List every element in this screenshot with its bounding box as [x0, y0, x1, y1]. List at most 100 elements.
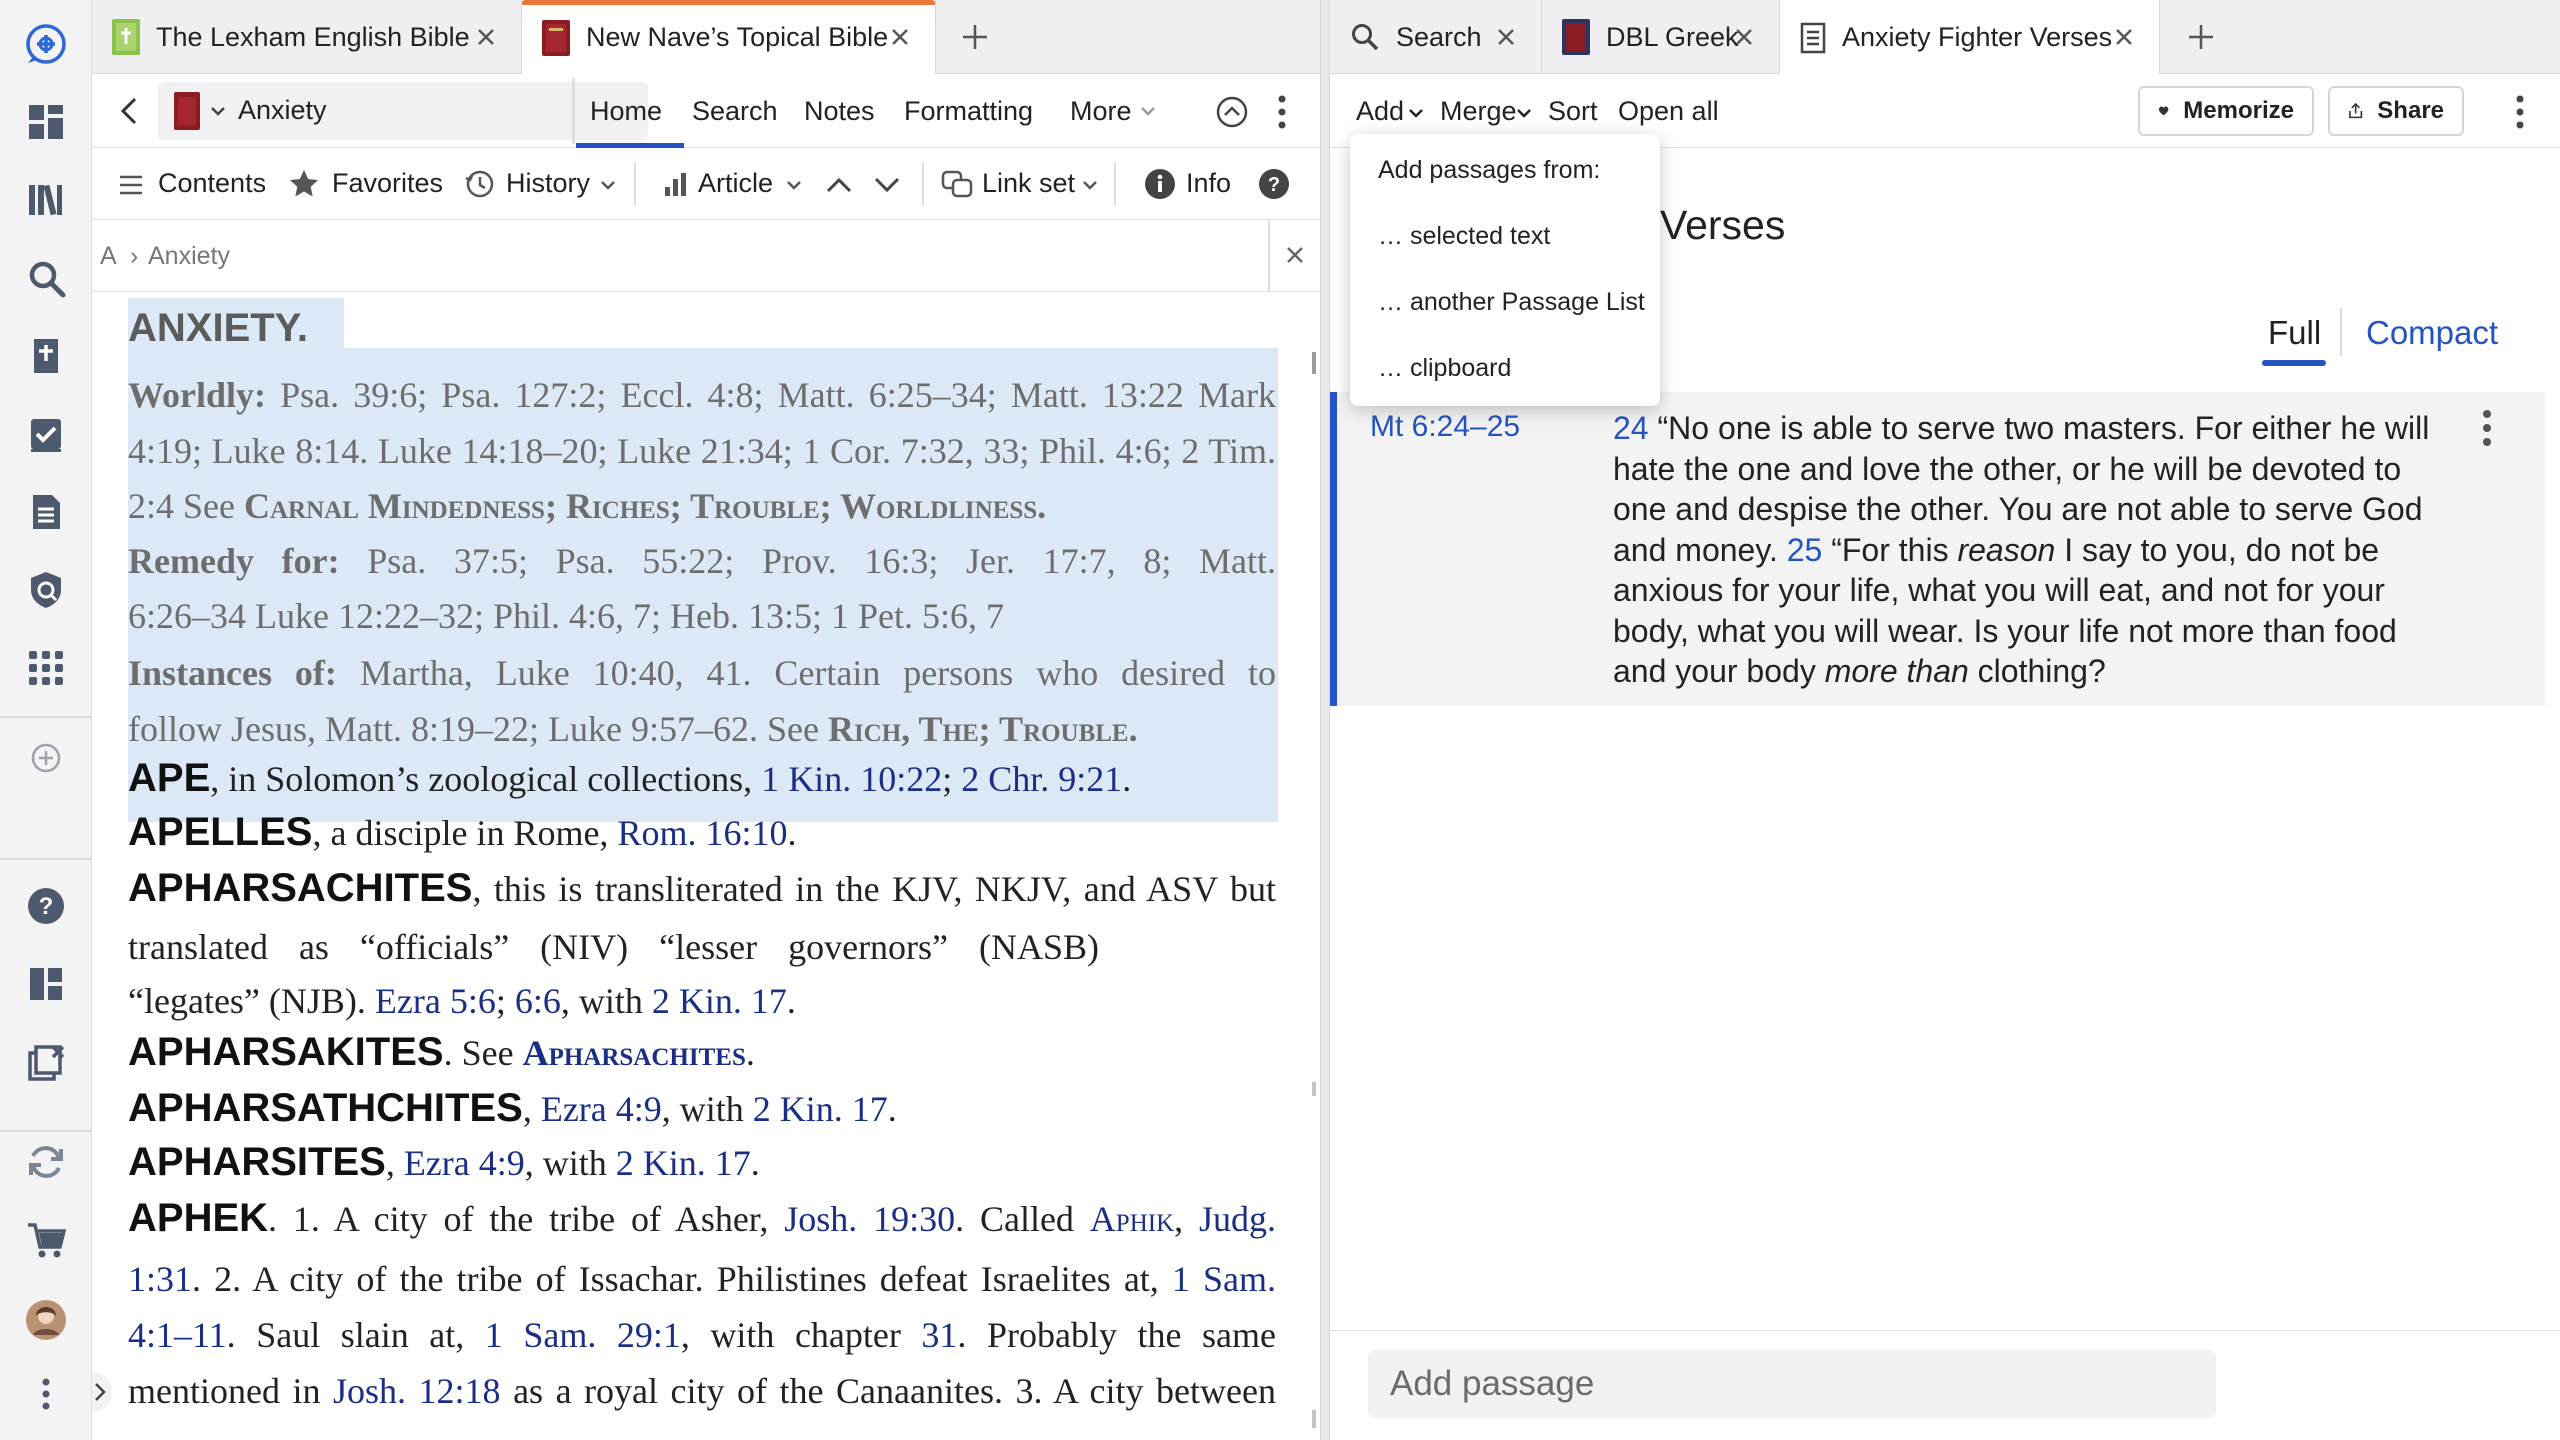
open-all-button[interactable]: Open all — [1618, 96, 1719, 127]
entry-apharsakites[interactable]: APHARSAKITES. See Apharsachites. — [128, 1030, 1312, 1075]
tab-new-naves-topical-bible[interactable]: New Nave’s Topical Bible — [522, 0, 936, 75]
info-button[interactable]: Info — [1186, 168, 1231, 199]
close-panels-icon[interactable] — [22, 1038, 70, 1086]
entry-apelles[interactable]: APELLES, a disciple in Rome, Rom. 16:10. — [128, 810, 1312, 855]
more-icon[interactable] — [22, 1370, 70, 1418]
new-tab-plus-icon[interactable] — [956, 18, 994, 56]
close-icon[interactable] — [1491, 22, 1521, 52]
menu-item-clipboard[interactable]: … clipboard — [1378, 354, 1511, 383]
back-arrow-icon[interactable] — [112, 94, 146, 128]
entry-ape[interactable]: APE, in Solomon’s zoological collections… — [128, 756, 1312, 801]
headword-anxiety: ANXIETY. — [128, 306, 309, 350]
add-icon[interactable] — [22, 734, 70, 782]
close-icon[interactable] — [471, 22, 501, 52]
bible-cover-icon — [112, 19, 140, 55]
view-full-toggle[interactable]: Full — [2262, 310, 2326, 366]
checklist-icon[interactable] — [22, 410, 70, 458]
contents-list-icon — [118, 172, 144, 198]
add-menu-button[interactable]: Add — [1356, 96, 1404, 127]
avatar[interactable] — [22, 1296, 70, 1344]
article-button[interactable]: Article — [698, 168, 773, 199]
merge-menu-button[interactable]: Merge — [1440, 96, 1517, 127]
expand-sidebar-chevron-icon[interactable] — [92, 1372, 112, 1412]
guides-icon[interactable] — [22, 332, 70, 380]
add-passage-input[interactable]: Add passage — [1368, 1350, 2216, 1418]
sort-button[interactable]: Sort — [1548, 96, 1598, 127]
link-set-button[interactable]: Link set — [982, 168, 1075, 199]
favorites-button[interactable]: Favorites — [332, 168, 443, 199]
close-icon[interactable] — [2109, 22, 2139, 52]
tab-dbl-greek[interactable]: DBL Greek — [1542, 0, 1780, 74]
share-icon — [2349, 102, 2363, 119]
help-icon[interactable]: ? — [22, 882, 70, 930]
panel-toolbar: Contents Favorites History Article Link … — [92, 148, 1320, 220]
cart-icon[interactable] — [22, 1216, 70, 1264]
close-icon[interactable] — [1729, 22, 1759, 52]
factbook-icon[interactable] — [22, 566, 70, 614]
entry-apharsachites[interactable]: APHARSACHITES, this is transliterated in… — [128, 866, 1276, 911]
search-icon[interactable] — [22, 254, 70, 302]
close-icon[interactable] — [1282, 242, 1308, 268]
entry-line[interactable]: Remedy for: Psa. 37:5; Psa. 55:22; Prov.… — [128, 540, 1276, 582]
logos-home-icon[interactable] — [22, 20, 70, 68]
tab-search[interactable]: Search — [1330, 0, 1542, 74]
menu-item-selected-text[interactable]: … selected text — [1378, 222, 1550, 251]
close-icon[interactable] — [885, 22, 915, 52]
view-compact-toggle[interactable]: Compact — [2366, 314, 2498, 352]
panel-splitter[interactable] — [1320, 0, 1330, 1440]
passage-reference[interactable]: Mt 6:24–25 — [1370, 410, 1520, 444]
entry-line[interactable]: 2:4 See Carnal Mindedness; Riches; Troub… — [128, 485, 1312, 527]
entry-line[interactable]: 1:31. 2. A city of the tribe of Issachar… — [128, 1258, 1276, 1300]
add-passages-menu: Add passages from: … selected text … ano… — [1350, 134, 1660, 406]
tab-anxiety-fighter-verses[interactable]: Anxiety Fighter Verses — [1780, 0, 2160, 75]
menu-item-another-passage-list[interactable]: … another Passage List — [1378, 288, 1645, 317]
heart-icon — [2158, 106, 2169, 116]
library-icon[interactable] — [22, 176, 70, 224]
entry-line[interactable]: 6:26–34 Luke 12:22–32; Phil. 4:6, 7; Heb… — [128, 595, 1312, 637]
chevron-down-icon — [1517, 109, 1531, 118]
contents-button[interactable]: Contents — [158, 168, 266, 199]
passage-list-title[interactable]: Verses — [1660, 202, 1785, 249]
entry-line[interactable]: follow Jesus, Matt. 8:19–22; Luke 9:57–6… — [128, 708, 1312, 750]
entry-line[interactable]: “legates” (NJB). Ezra 5:6; 6:6, with 2 K… — [128, 980, 1312, 1022]
star-icon — [288, 168, 320, 200]
tools-icon[interactable] — [22, 644, 70, 692]
chevron-down-icon[interactable] — [872, 170, 902, 200]
breadcrumb-current[interactable]: Anxiety — [148, 242, 230, 271]
entry-line[interactable]: Worldly: Psa. 39:6; Psa. 127:2; Eccl. 4:… — [128, 374, 1276, 416]
tab-search[interactable]: Search — [692, 96, 778, 127]
tab-label: Anxiety Fighter Verses — [1842, 22, 2113, 52]
tab-formatting[interactable]: Formatting — [904, 96, 1033, 127]
passage-entry[interactable]: Mt 6:24–25 24 “No one is able to serve t… — [1330, 392, 2545, 706]
entry-line[interactable]: mentioned in Josh. 12:18 as a royal city… — [128, 1370, 1276, 1412]
passage-kebab-icon[interactable] — [2477, 406, 2497, 450]
collapse-up-icon[interactable] — [1214, 94, 1250, 130]
tab-lexham-english-bible[interactable]: The Lexham English Bible — [92, 0, 522, 74]
sync-icon[interactable] — [22, 1138, 70, 1186]
dashboard-icon[interactable] — [22, 98, 70, 146]
history-button[interactable]: History — [506, 168, 590, 199]
chevron-up-icon[interactable] — [824, 170, 854, 200]
entry-line[interactable]: 4:1–11. Saul slain at, 1 Sam. 29:1, with… — [128, 1314, 1276, 1356]
entry-line[interactable]: Instances of: Martha, Luke 10:40, 41. Ce… — [128, 652, 1276, 694]
scrollbar[interactable] — [1312, 352, 1316, 374]
tab-more[interactable]: More — [1070, 96, 1132, 127]
tab-home[interactable]: Home — [576, 74, 684, 148]
entry-apharsites[interactable]: APHARSITES, Ezra 4:9, with 2 Kin. 17. — [128, 1140, 1312, 1185]
kebab-menu-icon[interactable] — [2510, 92, 2530, 132]
entry-apharsathchites[interactable]: APHARSATHCHITES, Ezra 4:9, with 2 Kin. 1… — [128, 1086, 1312, 1131]
help-icon[interactable]: ? — [1258, 168, 1290, 200]
svg-text:?: ? — [1268, 174, 1280, 196]
entry-line[interactable]: 4:19; Luke 8:14. Luke 14:18–20; Luke 21:… — [128, 430, 1276, 472]
entry-line[interactable]: translated as “officials” (NIV) “lesser … — [128, 926, 1312, 968]
layouts-icon[interactable] — [22, 960, 70, 1008]
new-tab-plus-icon[interactable] — [2182, 18, 2220, 56]
breadcrumb-letter[interactable]: A — [100, 242, 117, 271]
chevron-down-icon — [601, 181, 615, 190]
entry-aphek[interactable]: APHEK. 1. A city of the tribe of Asher, … — [128, 1196, 1276, 1241]
share-button[interactable]: Share — [2328, 86, 2464, 136]
documents-icon[interactable] — [22, 488, 70, 536]
tab-notes[interactable]: Notes — [804, 96, 875, 127]
memorize-button[interactable]: Memorize — [2138, 86, 2314, 136]
kebab-menu-icon[interactable] — [1272, 92, 1292, 132]
